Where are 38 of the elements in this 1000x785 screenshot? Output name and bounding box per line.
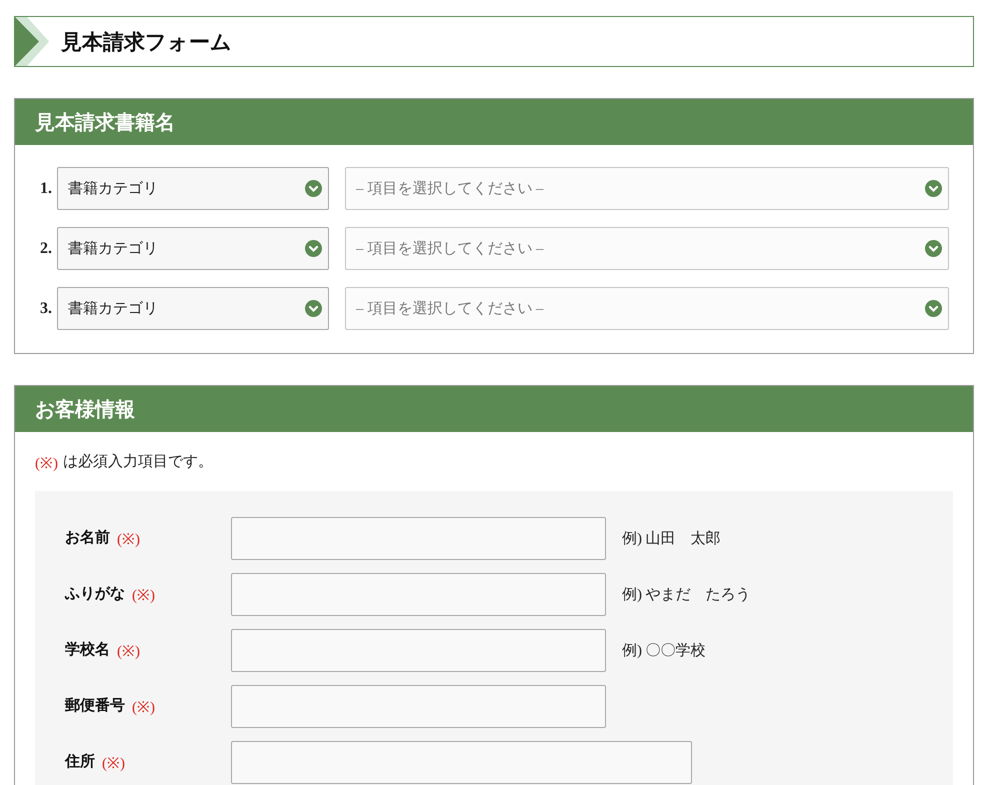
category-select[interactable]: 書籍カテゴリ bbox=[57, 287, 329, 330]
text-field[interactable] bbox=[231, 573, 606, 616]
text-field[interactable] bbox=[231, 629, 606, 672]
row-number: 1. bbox=[39, 180, 52, 198]
chevron-down-icon bbox=[305, 240, 322, 257]
field-label: 郵便番号 bbox=[65, 696, 125, 716]
example-text: 例) 山田 太郎 bbox=[622, 530, 721, 548]
category-select[interactable]: 書籍カテゴリ bbox=[57, 227, 329, 270]
chevron-down-icon bbox=[305, 300, 322, 317]
chevron-down-icon bbox=[925, 180, 942, 197]
field-label: ふりがな bbox=[65, 585, 125, 604]
required-mark: (※) bbox=[102, 755, 125, 773]
required-mark: (※) bbox=[35, 455, 58, 473]
required-mark: (※) bbox=[132, 587, 155, 605]
section-heading: 見本請求書籍名 bbox=[15, 99, 973, 145]
required-mark: (※) bbox=[117, 643, 140, 661]
field-label: 学校名 bbox=[65, 640, 110, 660]
row-number: 2. bbox=[39, 240, 52, 258]
text-field[interactable] bbox=[231, 741, 692, 784]
example-text: 例) 〇〇学校 bbox=[622, 642, 706, 660]
category-select[interactable]: 書籍カテゴリ bbox=[57, 167, 329, 210]
section-heading: お客様情報 bbox=[15, 386, 973, 432]
chevron-down-icon bbox=[305, 180, 322, 197]
field-label: お名前 bbox=[65, 528, 110, 548]
example-text: 例) やまだ たろう bbox=[622, 586, 751, 604]
form-title: 見本請求フォーム bbox=[61, 28, 232, 56]
item-select[interactable]: – 項目を選択してください – bbox=[345, 227, 949, 270]
required-mark: (※) bbox=[117, 531, 140, 549]
text-field[interactable] bbox=[231, 517, 606, 560]
required-mark: (※) bbox=[132, 699, 155, 717]
row-number: 3. bbox=[39, 300, 52, 318]
item-select[interactable]: – 項目を選択してください – bbox=[345, 287, 949, 330]
chevron-down-icon bbox=[925, 240, 942, 257]
item-select[interactable]: – 項目を選択してください – bbox=[345, 167, 949, 210]
chevron-down-icon bbox=[925, 300, 942, 317]
text-field[interactable] bbox=[231, 685, 606, 728]
required-note: は必須入力項目です。 bbox=[63, 452, 213, 472]
field-label: 住所 bbox=[65, 752, 95, 772]
